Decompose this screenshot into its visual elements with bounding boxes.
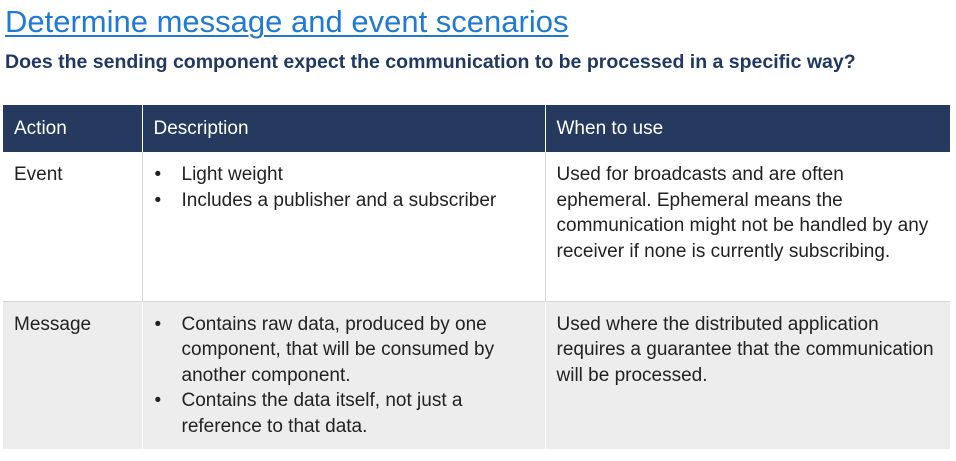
action-cell: Message	[3, 301, 143, 449]
table-header-row: Action Description When to use	[3, 105, 950, 152]
column-header-when-to-use: When to use	[545, 105, 950, 152]
list-item-text: Contains raw data, produced by one compo…	[181, 313, 495, 386]
page-subtitle: Does the sending component expect the co…	[5, 51, 856, 73]
description-list: • Contains raw data, produced by one comp…	[154, 312, 534, 440]
list-item: • Light weight	[154, 162, 534, 188]
bullet-icon: •	[154, 390, 162, 411]
page-title: Determine message and event scenarios	[5, 4, 569, 39]
scenarios-table: Action Description When to use Event • Li…	[3, 105, 950, 449]
list-item-text: Includes a publisher and a subscriber	[181, 189, 497, 211]
description-cell: • Light weight • Includes a publisher and …	[142, 152, 546, 302]
when-to-use-cell: Used for broadcasts and are often epheme…	[545, 152, 950, 302]
bullet-icon: •	[154, 313, 162, 335]
list-item-text: Contains the data itself, not just a ref…	[181, 390, 463, 437]
bullet-icon: •	[154, 189, 162, 211]
description-cell: • Contains raw data, produced by one comp…	[142, 301, 546, 449]
action-cell: Event	[3, 152, 143, 302]
table-row: Event • Light weight • Includes a publishe…	[3, 152, 950, 302]
description-list: • Light weight • Includes a publisher and …	[154, 162, 534, 213]
column-header-description: Description	[142, 105, 546, 152]
list-item: • Contains the data itself, not just a re…	[154, 388, 534, 439]
list-item: • Contains raw data, produced by one comp…	[154, 312, 534, 389]
list-item: • Includes a publisher and a subscriber	[154, 188, 534, 214]
when-to-use-cell: Used where the distributed application r…	[545, 301, 950, 449]
bullet-icon: •	[154, 164, 162, 185]
list-item-text: Light weight	[181, 164, 283, 185]
table-row: Message • Contains raw data, produced by …	[3, 301, 950, 449]
column-header-action: Action	[3, 105, 143, 152]
